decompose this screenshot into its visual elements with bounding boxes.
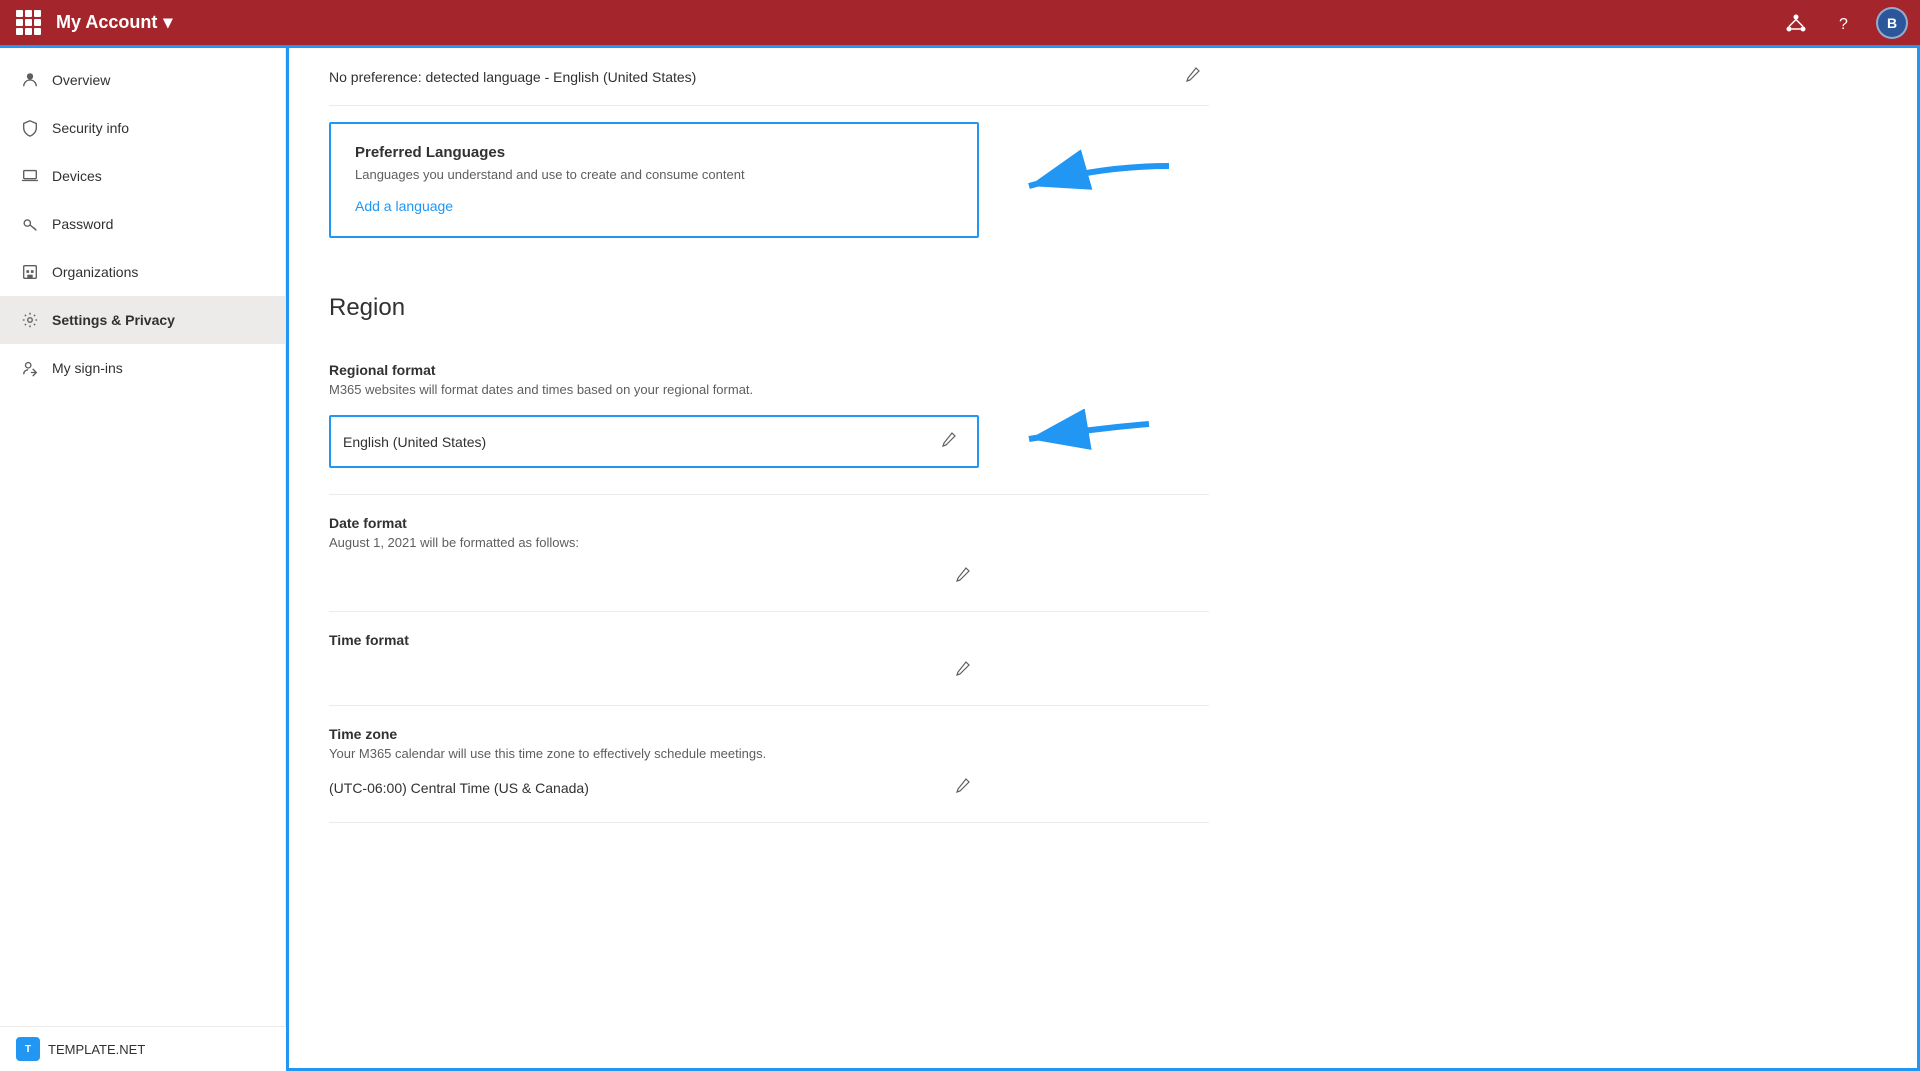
footer-branding: T TEMPLATE.NET [0, 1026, 286, 1071]
avatar[interactable]: B [1876, 7, 1908, 39]
pencil-icon [1185, 66, 1201, 82]
region-section-title: Region [329, 294, 1209, 322]
time-zone-group: Time zone Your M365 calendar will use th… [329, 706, 1209, 823]
pref-lang-title: Preferred Languages [355, 144, 953, 161]
brand-name: TEMPLATE.NET [48, 1042, 145, 1057]
topbar: My Account ▾ ? B [0, 0, 1920, 48]
pencil-icon [941, 431, 957, 447]
pencil-icon [955, 660, 971, 676]
app-title-text: My Account [56, 12, 157, 33]
logo-text: T [25, 1044, 31, 1055]
gear-icon [20, 310, 40, 330]
content-inner: No preference: detected language - Engli… [289, 48, 1249, 863]
shield-icon [20, 118, 40, 138]
chevron-down-icon: ▾ [163, 12, 172, 33]
time-format-edit-button[interactable] [947, 656, 979, 685]
regional-format-row-wrapper: English (United States) [329, 409, 1209, 474]
app-title[interactable]: My Account ▾ [56, 12, 172, 33]
waffle-button[interactable] [12, 7, 44, 39]
pencil-icon [955, 566, 971, 582]
date-format-description: August 1, 2021 will be formatted as foll… [329, 535, 1209, 550]
person-icon [20, 70, 40, 90]
sidebar-item-label: Settings & Privacy [52, 312, 175, 328]
no-pref-text: No preference: detected language - Engli… [329, 69, 696, 85]
regional-format-edit-button[interactable] [933, 427, 965, 456]
add-language-link[interactable]: Add a language [355, 198, 453, 214]
sidebar-item-organizations[interactable]: Organizations [0, 248, 285, 296]
time-format-edit-row [329, 656, 979, 685]
sidebar-item-label: Security info [52, 120, 129, 136]
avatar-label: B [1887, 15, 1897, 31]
help-button[interactable]: ? [1828, 7, 1860, 39]
time-zone-description: Your M365 calendar will use this time zo… [329, 746, 1209, 761]
sidebar-item-label: Organizations [52, 264, 138, 280]
arrow-annotation-2 [999, 409, 1159, 474]
sidebar-item-settings-privacy[interactable]: Settings & Privacy [0, 296, 285, 344]
time-zone-value: (UTC-06:00) Central Time (US & Canada) [329, 780, 589, 796]
pencil-icon [955, 777, 971, 793]
date-format-edit-row [329, 562, 979, 591]
key-icon [20, 214, 40, 234]
waffle-icon [16, 10, 41, 35]
regional-format-value: English (United States) [343, 434, 486, 450]
template-logo: T [16, 1037, 40, 1061]
network-icon [1786, 13, 1806, 33]
building-icon [20, 262, 40, 282]
main-layout: Overview Security info Devices [0, 48, 1920, 1071]
date-format-edit-button[interactable] [947, 562, 979, 591]
blue-arrow-icon [999, 146, 1179, 226]
regional-format-label: Regional format [329, 362, 1209, 378]
regional-format-description: M365 websites will format dates and time… [329, 382, 1209, 397]
time-zone-label: Time zone [329, 726, 1209, 742]
sidebar: Overview Security info Devices [0, 48, 286, 1071]
laptop-icon [20, 166, 40, 186]
question-icon: ? [1834, 13, 1854, 33]
pref-lang-wrapper: Preferred Languages Languages you unders… [329, 106, 1209, 270]
sidebar-item-security-info[interactable]: Security info [0, 104, 285, 152]
sidebar-item-label: My sign-ins [52, 360, 123, 376]
sidebar-item-label: Overview [52, 72, 110, 88]
signin-icon [20, 358, 40, 378]
svg-text:?: ? [1839, 16, 1848, 33]
content-area: No preference: detected language - Engli… [286, 48, 1920, 1071]
time-zone-row: (UTC-06:00) Central Time (US & Canada) [329, 773, 979, 802]
sidebar-item-my-sign-ins[interactable]: My sign-ins [0, 344, 285, 392]
no-pref-edit-button[interactable] [1177, 62, 1209, 91]
date-format-group: Date format August 1, 2021 will be forma… [329, 495, 1209, 612]
arrow-annotation-1 [999, 146, 1179, 231]
sidebar-item-password[interactable]: Password [0, 200, 285, 248]
sidebar-item-overview[interactable]: Overview [0, 56, 285, 104]
add-language-text: Add a language [355, 198, 453, 214]
sidebar-item-label: Devices [52, 168, 102, 184]
preferred-languages-card: Preferred Languages Languages you unders… [329, 122, 979, 238]
time-format-label: Time format [329, 632, 1209, 648]
date-format-label: Date format [329, 515, 1209, 531]
time-format-group: Time format [329, 612, 1209, 706]
regional-format-group: Regional format M365 websites will forma… [329, 342, 1209, 495]
sidebar-item-label: Password [52, 216, 113, 232]
regional-format-value-row: English (United States) [329, 415, 979, 468]
blue-arrow-icon-2 [999, 409, 1159, 469]
sidebar-item-devices[interactable]: Devices [0, 152, 285, 200]
topbar-actions: ? B [1780, 7, 1908, 39]
no-preference-row: No preference: detected language - Engli… [329, 48, 1209, 106]
time-zone-edit-button[interactable] [947, 773, 979, 802]
org-icon-button[interactable] [1780, 7, 1812, 39]
pref-lang-description: Languages you understand and use to crea… [355, 167, 953, 182]
